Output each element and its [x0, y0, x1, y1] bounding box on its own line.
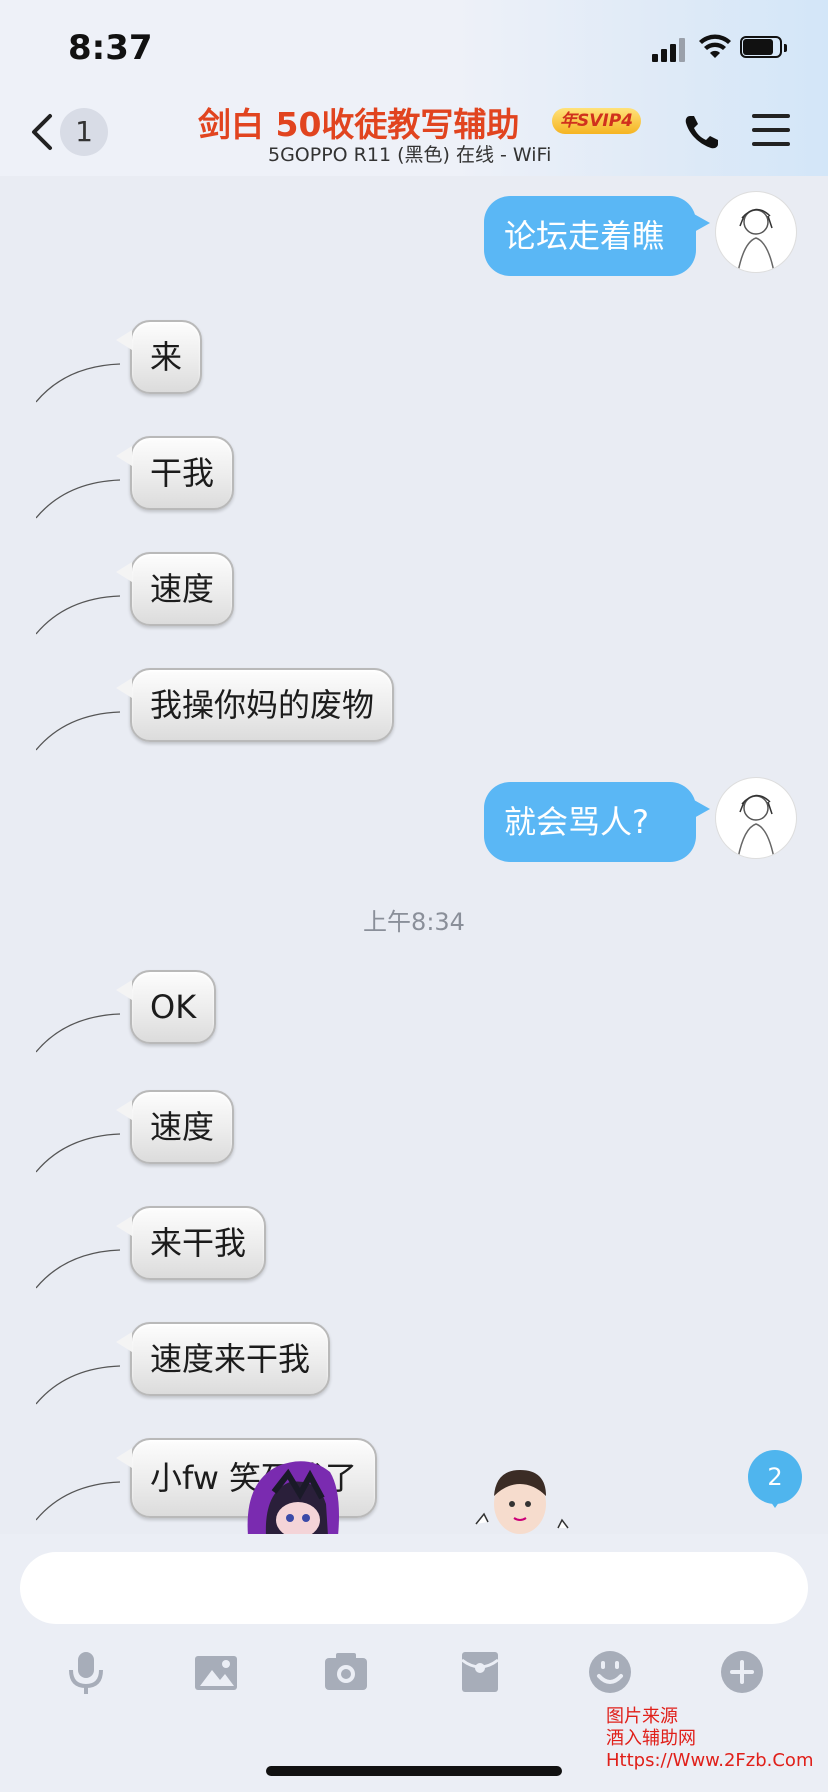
message-bubble-incoming[interactable]: 来干我: [116, 1206, 267, 1280]
wifi-icon: [699, 34, 731, 58]
anime-sticker-icon[interactable]: [238, 1452, 348, 1536]
message-text: 就会骂人?: [504, 803, 649, 841]
back-unread-count[interactable]: 1: [60, 108, 108, 156]
back-chevron-icon[interactable]: [28, 112, 58, 152]
message-timestamp: 上午8:34: [363, 908, 465, 936]
red-packet-icon[interactable]: [456, 1648, 504, 1696]
message-text: 速度: [150, 570, 215, 608]
menu-icon[interactable]: [752, 112, 790, 148]
message-bubble-incoming[interactable]: 干我: [116, 436, 235, 510]
message-input[interactable]: [20, 1552, 808, 1624]
message-text: 论坛走着瞧: [504, 217, 665, 255]
bubble-curl: [36, 595, 121, 635]
message-bubble-outgoing[interactable]: 就会骂人?: [484, 782, 710, 862]
home-indicator[interactable]: [266, 1766, 562, 1776]
message-text: 来: [150, 338, 183, 376]
bubble-curl: [36, 1481, 121, 1521]
bubble-curl: [36, 363, 121, 403]
new-message-count-badge[interactable]: 2: [748, 1450, 802, 1508]
phone-call-icon[interactable]: [682, 112, 722, 152]
message-text: 速度来干我: [150, 1340, 311, 1378]
message-text: 速度: [150, 1108, 215, 1146]
my-avatar[interactable]: [716, 778, 796, 858]
message-bubble-outgoing[interactable]: 论坛走着瞧: [484, 196, 710, 276]
chat-title[interactable]: 剑白 50收徒教写辅助: [198, 98, 519, 146]
message-text: 干我: [150, 454, 215, 492]
plus-icon[interactable]: [718, 1648, 766, 1696]
device-status: 5GOPPO R11 (黑色) 在线 - WiFi: [268, 144, 552, 166]
message-bubble-incoming[interactable]: OK: [116, 970, 217, 1044]
message-bubble-incoming[interactable]: 我操你妈的废物: [116, 668, 395, 742]
svip-badge: 年SVIP4: [552, 108, 642, 134]
status-time: 8:37: [68, 28, 153, 68]
emoji-icon[interactable]: [586, 1648, 634, 1696]
camera-icon[interactable]: [322, 1648, 370, 1696]
message-bubble-incoming[interactable]: 速度来干我: [116, 1322, 331, 1396]
new-message-count: 2: [767, 1463, 783, 1491]
message-bubble-incoming[interactable]: 速度: [116, 552, 235, 626]
microphone-icon[interactable]: [62, 1648, 110, 1696]
bubble-curl: [36, 479, 121, 519]
bubble-curl: [36, 1013, 121, 1053]
bubble-curl: [36, 1365, 121, 1405]
image-icon[interactable]: [192, 1648, 240, 1696]
message-text: 我操你妈的废物: [150, 686, 375, 724]
bubble-curl: [36, 711, 121, 751]
message-bubble-incoming[interactable]: 速度: [116, 1090, 235, 1164]
watermark: 图片来源 酒入辅助网 Https://Www.2Fzb.Com: [606, 1706, 813, 1772]
battery-icon: [740, 36, 788, 60]
message-text: OK: [150, 988, 197, 1026]
watermark-line: 图片来源: [606, 1706, 678, 1727]
cellular-signal-icon: [652, 38, 688, 62]
top-bar: 8:37 1 剑白 50收徒教写辅助 年SVIP4 5GOPPO R11 (黑色…: [0, 0, 828, 176]
watermark-line: Https://Www.2Fzb.Com: [606, 1750, 814, 1771]
bubble-curl: [36, 1133, 121, 1173]
boy-sticker-icon[interactable]: [470, 1458, 580, 1536]
watermark-line: 酒入辅助网: [606, 1728, 696, 1749]
message-bubble-incoming[interactable]: 来: [116, 320, 203, 394]
my-avatar[interactable]: [716, 192, 796, 272]
bubble-curl: [36, 1249, 121, 1289]
message-text: 来干我: [150, 1224, 247, 1262]
